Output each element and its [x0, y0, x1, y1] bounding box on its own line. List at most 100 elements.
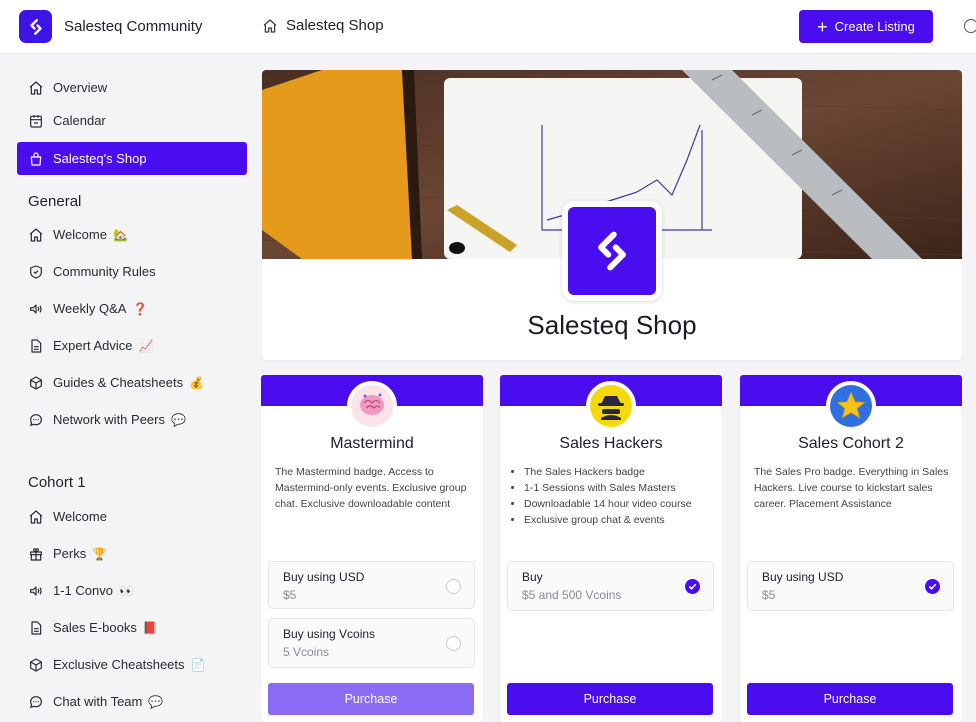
purchase-button[interactable]: Purchase [268, 683, 474, 715]
home-icon [28, 227, 44, 243]
search-icon[interactable] [964, 19, 976, 33]
sidebar-item-label: Network with Peers [53, 412, 165, 427]
sidebar-item-label: Chat with Team [53, 694, 143, 709]
sidebar-item-expert-advice[interactable]: Expert Advice 📈 [17, 329, 247, 362]
sidebar-item-label: 1-1 Convo [53, 583, 113, 598]
shopping-bag-icon [28, 151, 44, 167]
radio-button[interactable] [446, 579, 461, 594]
list-item: Downloadable 14 hour video course [524, 496, 710, 512]
list-item: 1-1 Sessions with Sales Masters [524, 480, 710, 496]
option-buy-vcoins[interactable]: Buy using Vcoins 5 Vcoins [268, 618, 475, 668]
calendar-icon [28, 113, 44, 129]
section-title-general: General [28, 193, 82, 210]
cube-icon [28, 657, 44, 673]
spy-icon [586, 381, 636, 431]
breadcrumb-label: Salesteq Shop [286, 17, 384, 34]
sidebar-item-label: Guides & Cheatsheets [53, 375, 184, 390]
create-listing-button[interactable]: + Create Listing [799, 10, 933, 43]
card-title: Sales Hackers [559, 435, 663, 452]
card-description: The Sales Pro badge. Everything in Sales… [754, 466, 949, 510]
emoji: 🏆 [92, 546, 108, 561]
emoji: 💰 [189, 375, 205, 390]
emoji: 📕 [142, 620, 158, 635]
salesteq-logo-icon [598, 231, 626, 271]
sidebar-item-label: Community Rules [53, 264, 156, 279]
purchase-button[interactable]: Purchase [507, 683, 713, 715]
emoji: 📈 [138, 338, 154, 353]
sidebar-item-label: Calendar [53, 113, 106, 128]
megaphone-icon [28, 301, 44, 317]
brain-icon [347, 381, 397, 431]
radio-checked-icon[interactable] [925, 579, 940, 594]
document-icon [28, 338, 44, 354]
purchase-button[interactable]: Purchase [747, 683, 953, 715]
radio-button[interactable] [446, 636, 461, 651]
shop-hero: Salesteq Shop [262, 70, 962, 360]
breadcrumb[interactable]: Salesteq Shop [262, 17, 384, 34]
sidebar: Overview Calendar Salesteq's Shop General We… [0, 55, 256, 722]
star-icon [826, 381, 876, 431]
shop-title: Salesteq Shop [527, 310, 697, 340]
sidebar-item-perks[interactable]: Perks 🏆 [17, 537, 247, 570]
gift-icon [28, 546, 44, 562]
top-bar: Salesteq Community Salesteq Shop + Creat… [0, 0, 976, 54]
megaphone-icon [28, 583, 44, 599]
sidebar-item-1-1-convo[interactable]: 1-1 Convo 👀 [17, 574, 247, 607]
emoji: 👀 [118, 583, 134, 598]
list-item: The Sales Hackers badge [524, 464, 710, 480]
sidebar-item-salesteq-s-shop[interactable]: Salesteq's Shop [17, 142, 247, 175]
chat-icon [28, 694, 44, 710]
sidebar-item-label: Salesteq's Shop [53, 151, 147, 166]
emoji: ❓ [132, 301, 148, 316]
sidebar-item-welcome[interactable]: Welcome [17, 500, 247, 533]
card-description: The Sales Hackers badge 1-1 Sessions wit… [514, 464, 710, 528]
cube-icon [28, 375, 44, 391]
section-title-cohort-1: Cohort 1 [28, 474, 86, 491]
option-buy-usd[interactable]: Buy using USD $5 [747, 561, 954, 611]
sidebar-item-welcome[interactable]: Welcome 🏡 [17, 218, 247, 251]
sidebar-item-exclusive-cheatsheets[interactable]: Exclusive Cheatsheets 📄 [17, 648, 247, 681]
sidebar-item-label: Weekly Q&A [53, 301, 127, 316]
sidebar-item-label: Welcome [53, 509, 107, 524]
card-title: Sales Cohort 2 [798, 435, 904, 452]
sidebar-item-label: Welcome [53, 227, 107, 242]
option-buy[interactable]: Buy $5 and 500 Vcoins [507, 561, 714, 611]
shop-logo [562, 201, 662, 301]
plus-icon: + [817, 16, 828, 37]
shield-icon [28, 264, 44, 280]
sidebar-item-network-with-peers[interactable]: Network with Peers 💬 [17, 403, 247, 436]
sidebar-item-community-rules[interactable]: Community Rules [17, 255, 247, 288]
sidebar-item-calendar[interactable]: Calendar [17, 104, 247, 137]
product-card-sales-hackers: Sales Hackers The Sales Hackers badge 1-… [500, 375, 722, 722]
sidebar-item-label: Perks [53, 546, 87, 561]
sidebar-item-label: Sales E-books [53, 620, 137, 635]
sidebar-item-overview[interactable]: Overview [17, 71, 247, 104]
home-icon [28, 80, 44, 96]
list-item: Exclusive group chat & events [524, 512, 710, 528]
emoji: 💬 [148, 694, 164, 709]
sidebar-item-label: Overview [53, 80, 108, 95]
create-listing-label: Create Listing [834, 19, 915, 34]
chat-icon [28, 412, 44, 428]
sidebar-item-chat-with-team[interactable]: Chat with Team 💬 [17, 685, 247, 718]
emoji: 📄 [190, 657, 206, 672]
product-card-sales-cohort-2: Sales Cohort 2 The Sales Pro badge. Ever… [740, 375, 962, 722]
emoji: 💬 [170, 412, 186, 427]
option-buy-usd[interactable]: Buy using USD $5 [268, 561, 475, 609]
card-description: The Mastermind badge. Access to Mastermi… [275, 466, 467, 510]
radio-checked-icon[interactable] [685, 579, 700, 594]
sidebar-item-guides-cheatsheets[interactable]: Guides & Cheatsheets 💰 [17, 366, 247, 399]
sidebar-item-sales-e-books[interactable]: Sales E-books 📕 [17, 611, 247, 644]
sidebar-item-weekly-q-a[interactable]: Weekly Q&A ❓ [17, 292, 247, 325]
sidebar-item-label: Exclusive Cheatsheets [53, 657, 185, 672]
brand-name[interactable]: Salesteq Community [64, 18, 202, 35]
home-icon [263, 18, 277, 33]
emoji: 🏡 [112, 227, 128, 242]
home-icon [28, 509, 44, 525]
brand-logo[interactable] [19, 10, 52, 43]
document-icon [28, 620, 44, 636]
sidebar-item-label: Expert Advice [53, 338, 133, 353]
product-card-mastermind: Mastermind The Mastermind badge. Access … [261, 375, 483, 722]
card-title: Mastermind [330, 435, 414, 452]
salesteq-logo-icon [29, 18, 42, 35]
